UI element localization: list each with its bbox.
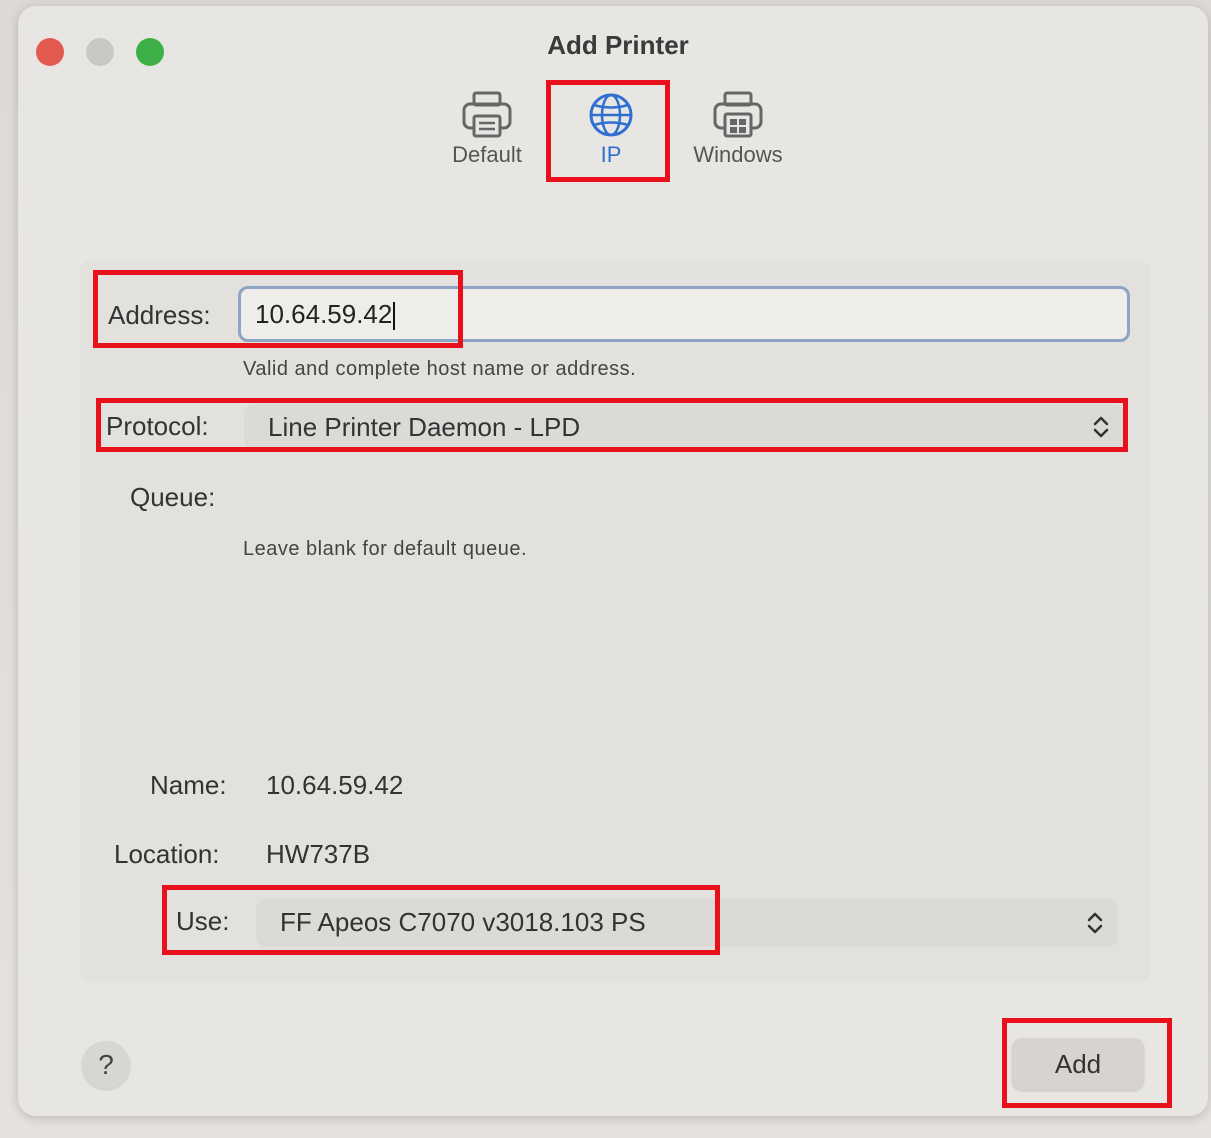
tab-windows[interactable]: Windows xyxy=(683,90,793,168)
printer-icon xyxy=(459,90,515,140)
highlight-box-protocol xyxy=(96,398,1128,452)
address-hint: Valid and complete host name or address. xyxy=(243,358,637,380)
queue-label: Queue: xyxy=(130,482,216,512)
screenshot-stage: Add Printer Default IP Windows Address: … xyxy=(0,0,1211,1138)
window-title: Add Printer xyxy=(547,30,689,60)
queue-input[interactable] xyxy=(244,474,1124,520)
tab-windows-label: Windows xyxy=(693,142,783,167)
name-label: Name: xyxy=(150,770,227,800)
help-button[interactable]: ? xyxy=(82,1041,130,1089)
location-label: Location: xyxy=(114,839,220,869)
queue-hint: Leave blank for default queue. xyxy=(243,538,528,560)
highlight-box-address xyxy=(93,270,463,348)
tab-default-label: Default xyxy=(452,142,522,167)
highlight-box-ip-tab xyxy=(546,80,670,182)
highlight-box-use xyxy=(162,885,720,955)
windows-printer-icon xyxy=(710,90,766,140)
name-value: 10.64.59.42 xyxy=(266,770,404,800)
chevron-up-down-icon xyxy=(1086,909,1104,937)
tab-default[interactable]: Default xyxy=(432,90,542,168)
location-value: HW737B xyxy=(266,839,371,869)
highlight-box-add xyxy=(1002,1018,1172,1108)
